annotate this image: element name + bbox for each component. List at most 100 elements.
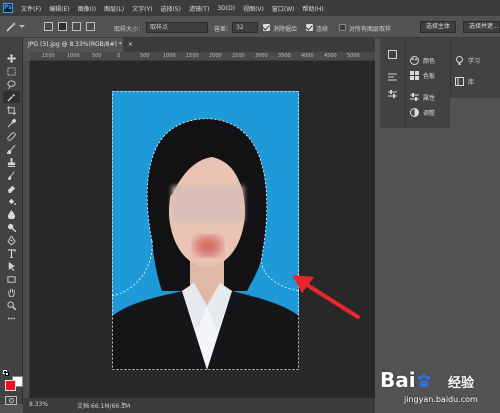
ruler-tick: 1500 <box>186 53 199 59</box>
history-brush-tool-icon[interactable] <box>3 169 20 181</box>
subtract-selection-icon[interactable] <box>72 22 81 31</box>
menu-filter[interactable]: 滤镜(T) <box>189 4 209 13</box>
zoom-tool-icon[interactable] <box>3 299 20 311</box>
select-and-mask-button[interactable]: 选择并遮... <box>463 21 500 33</box>
menu-view[interactable]: 视图(V) <box>243 4 264 13</box>
panel-color[interactable]: 颜色 <box>410 53 435 67</box>
panel-adjustments-label: 调整 <box>423 109 436 117</box>
ruler-tick: 1500 <box>42 53 55 59</box>
ruler-tick: 4500 <box>324 53 337 59</box>
close-tab-icon[interactable]: × <box>128 41 133 48</box>
chevron-down-icon[interactable] <box>19 25 25 28</box>
new-selection-icon[interactable] <box>44 22 53 31</box>
panel-swatches-label: 色板 <box>423 72 436 80</box>
baidu-watermark: Bai 经验 jingyan.baidu.com <box>352 360 500 413</box>
menu-file[interactable]: 文件(F) <box>21 4 41 13</box>
magic-wand-tool-icon[interactable] <box>3 91 20 103</box>
ruler-tick: 3500 <box>278 53 291 59</box>
type-tool-icon[interactable] <box>3 247 20 259</box>
eyedropper-tool-icon[interactable] <box>3 117 20 129</box>
options-bar: 取样大小： 取样点 容差： 32 消除锯齿 连续 对所有图层取样 选择主体 选择… <box>0 16 500 38</box>
intersect-selection-icon[interactable] <box>86 22 95 31</box>
tools-panel <box>0 38 23 405</box>
ruler-tick: 1000 <box>163 53 176 59</box>
menu-3d[interactable]: 3D(D) <box>217 5 235 12</box>
ruler-tick: 5000 <box>347 53 360 59</box>
actions-icon[interactable] <box>388 72 397 81</box>
rectangle-tool-icon[interactable] <box>3 273 20 285</box>
menu-select[interactable]: 选择(S) <box>160 4 181 13</box>
paw-icon <box>417 374 430 388</box>
color-icon <box>410 55 419 65</box>
panel-color-label: 颜色 <box>423 57 436 65</box>
sample-size-select[interactable]: 取样点 <box>146 22 208 33</box>
menu-type[interactable]: 文字(Y) <box>132 4 152 13</box>
ruler-tick: 0 <box>117 53 121 59</box>
path-selection-tool-icon[interactable] <box>3 260 20 272</box>
ruler-tick: 2000 <box>209 53 222 59</box>
sample-all-layers-label: 对所有图层取样 <box>349 26 392 33</box>
canvas-area[interactable] <box>30 61 375 398</box>
panel-learn-label: 学习 <box>468 57 481 65</box>
pen-tool-icon[interactable] <box>3 234 20 246</box>
default-colors-icon[interactable] <box>3 370 9 376</box>
menu-image[interactable]: 图像(I) <box>78 4 96 13</box>
panel-libraries[interactable]: 库 <box>455 74 474 88</box>
tolerance-input[interactable]: 32 <box>232 22 258 33</box>
panel-libraries-label: 库 <box>468 78 475 86</box>
panel-group-learn: 学习 库 <box>450 38 500 98</box>
horizontal-ruler: 1500 1000 500 0 500 1000 1500 2000 2500 … <box>30 52 375 61</box>
annotation-arrow <box>292 275 360 319</box>
healing-brush-tool-icon[interactable] <box>3 130 20 142</box>
watermark-brand: Bai <box>380 368 432 392</box>
menu-layer[interactable]: 图层(L) <box>104 4 124 13</box>
panel-learn[interactable]: 学习 <box>455 53 480 67</box>
history-icon[interactable] <box>388 50 397 59</box>
brush-tool-icon[interactable] <box>3 143 20 155</box>
status-bar: 8.33% 文档:66.1M/66.1M > <box>23 398 375 413</box>
select-subject-button[interactable]: 选择主体 <box>420 21 457 33</box>
marquee-tool-icon[interactable] <box>3 65 20 77</box>
clone-stamp-tool-icon[interactable] <box>3 156 20 168</box>
ruler-tick: 3000 <box>255 53 268 59</box>
portrait-illustration <box>112 91 299 370</box>
status-menu-icon[interactable]: > <box>121 401 126 408</box>
properties-icon <box>410 92 419 101</box>
watermark-jingyan: 经验 <box>448 376 475 391</box>
more-tools-icon[interactable] <box>3 312 20 324</box>
menu-help[interactable]: 帮助(H) <box>303 4 324 13</box>
portrait-photo[interactable] <box>112 91 299 370</box>
foreground-color-swatch[interactable] <box>5 380 16 391</box>
watermark-url: jingyan.baidu.com <box>404 395 478 404</box>
document-tab[interactable]: JPG (3).jpg @ 8.33%(RGB/8#) * × <box>23 38 133 52</box>
dodge-tool-icon[interactable] <box>3 221 20 233</box>
quick-mask-icon[interactable] <box>5 396 17 405</box>
menu-window[interactable]: 窗口(W) <box>272 4 295 13</box>
swatches-icon <box>410 70 419 80</box>
adjust-sliders-icon[interactable] <box>388 90 397 99</box>
paint-bucket-tool-icon[interactable] <box>3 195 20 207</box>
panel-group-color: 颜色 色板 属性 调整 <box>405 38 450 128</box>
sample-all-layers-checkbox[interactable] <box>339 24 346 31</box>
photoshop-logo: Ps <box>3 3 13 13</box>
menu-bar: Ps 文件(F) 编辑(E) 图像(I) 图层(L) 文字(Y) 选择(S) 滤… <box>0 0 500 16</box>
eraser-tool-icon[interactable] <box>3 182 20 194</box>
crop-tool-icon[interactable] <box>3 104 20 116</box>
antialias-checkbox[interactable] <box>263 24 270 31</box>
adjustments-icon <box>410 107 419 117</box>
move-tool-icon[interactable] <box>3 52 20 64</box>
panel-properties[interactable]: 属性 <box>410 90 435 104</box>
contiguous-checkbox[interactable] <box>306 24 313 31</box>
menu-edit[interactable]: 编辑(E) <box>49 4 69 13</box>
panel-adjustments[interactable]: 调整 <box>410 105 435 119</box>
lasso-tool-icon[interactable] <box>3 78 20 90</box>
blur-tool-icon[interactable] <box>3 208 20 220</box>
panel-properties-label: 属性 <box>423 94 436 102</box>
zoom-level[interactable]: 8.33% <box>29 401 48 408</box>
ruler-tick: 1000 <box>67 53 80 59</box>
panel-swatches[interactable]: 色板 <box>410 68 435 82</box>
magic-wand-preset-icon[interactable] <box>5 21 17 35</box>
add-selection-icon[interactable] <box>58 22 67 31</box>
hand-tool-icon[interactable] <box>3 286 20 298</box>
collapsed-panel-strip <box>380 38 405 128</box>
